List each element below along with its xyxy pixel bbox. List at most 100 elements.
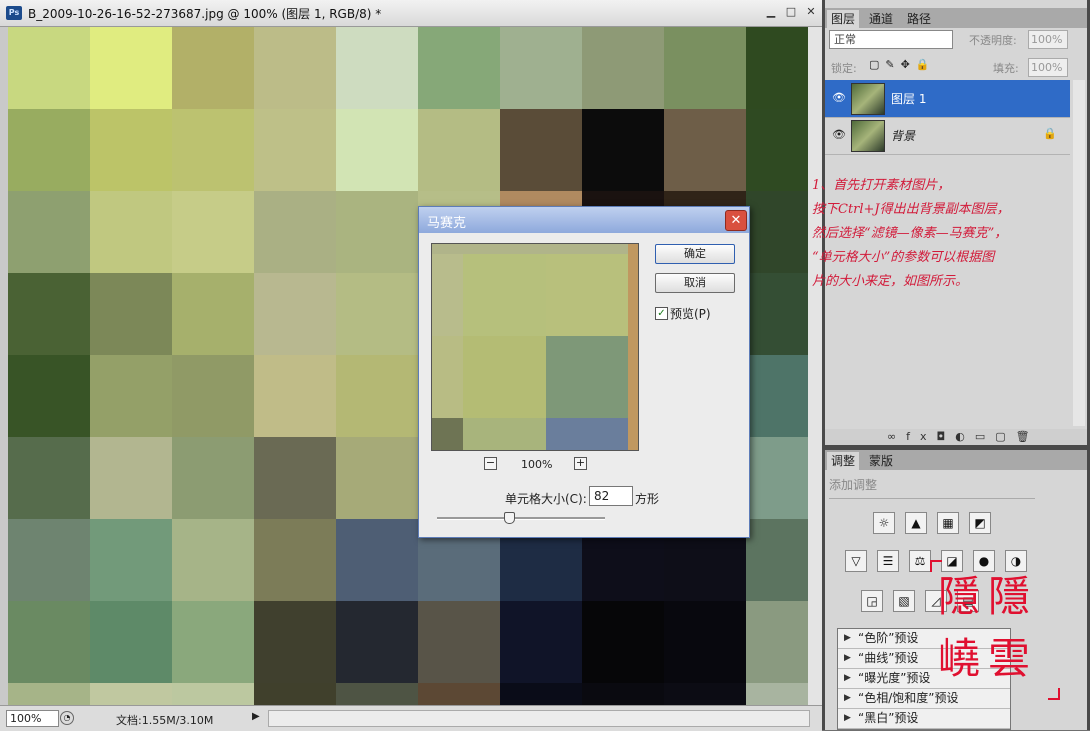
preview-cell (546, 254, 628, 336)
tab-channels[interactable]: 通道 (865, 10, 897, 28)
preview-cell (546, 418, 628, 450)
preset-black-white[interactable]: ▶ “黑白”预设 (838, 709, 1010, 729)
mosaic-cell (8, 27, 90, 109)
tab-paths[interactable]: 路径 (903, 10, 935, 28)
mosaic-cell (746, 109, 808, 191)
mosaic-dialog: 马赛克 ✕ 确定 取消 ✓ 预览(P) − 100% + 单元格大小(C): 8… (418, 206, 750, 538)
preview-cell (432, 418, 463, 450)
cell-size-input[interactable]: 82 (589, 486, 633, 506)
cell-size-slider-thumb[interactable] (503, 512, 515, 524)
layers-footer: ∞fx◘◐▭▢🗑 (825, 429, 1087, 445)
add-adjustment-label: 添加调整 (829, 478, 878, 492)
cancel-button[interactable]: 取消 (655, 273, 735, 293)
zoom-out-button[interactable]: − (484, 457, 497, 470)
tab-layers[interactable]: 图层 (827, 10, 860, 28)
status-bar: 100% ◔ 文档:1.55M/3.10M ▶ (0, 705, 822, 731)
mosaic-cell (90, 437, 172, 519)
minimize-icon[interactable]: ▁ (764, 5, 778, 19)
dialog-titlebar[interactable]: 马赛克 (419, 207, 749, 233)
artist-seal: 隱隱嶢雲 (930, 560, 1060, 700)
vibrance-icon[interactable]: ▽ (845, 550, 867, 572)
annotation-line: 然后选择“滤镜—像素—马赛克”， (812, 226, 1008, 241)
mosaic-cell (746, 601, 808, 683)
vertical-scrollbar[interactable] (808, 27, 822, 705)
preview-cell (628, 254, 638, 336)
mosaic-cell (582, 109, 664, 191)
levels-icon[interactable]: ▲ (905, 512, 927, 534)
dialog-close-icon[interactable]: ✕ (725, 210, 747, 231)
eye-icon[interactable]: 👁 (832, 129, 846, 141)
adjustments-tabbar: 调整 蒙版 (825, 450, 1087, 470)
mosaic-cell (8, 355, 90, 437)
layer-action-icons[interactable]: ∞fx◘◐▭▢🗑 (887, 430, 1040, 443)
horizontal-scrollbar[interactable] (268, 710, 810, 727)
mosaic-cell (746, 355, 808, 437)
exposure-icon[interactable]: ◩ (969, 512, 991, 534)
layer-row-layer1[interactable]: 👁 图层 1 (825, 80, 1070, 118)
mosaic-cell (664, 683, 746, 705)
cell-unit-label: 方形 (635, 492, 660, 506)
close-icon[interactable]: ✕ (804, 5, 818, 19)
posterize-icon[interactable]: ▧ (893, 590, 915, 612)
mosaic-cell (8, 273, 90, 355)
mosaic-cell (336, 601, 418, 683)
status-info-icon[interactable]: ◔ (60, 711, 74, 725)
mosaic-cell (336, 355, 418, 437)
filter-preview[interactable] (431, 243, 639, 451)
mosaic-cell (582, 601, 664, 683)
mosaic-cell (500, 27, 582, 109)
preview-cell (628, 418, 638, 450)
mosaic-cell (336, 27, 418, 109)
mosaic-cell (336, 273, 418, 355)
mosaic-cell (90, 273, 172, 355)
mosaic-cell (90, 355, 172, 437)
layer-name: 图层 1 (891, 92, 927, 106)
lock-icons[interactable]: ▢✎✥🔒 (869, 58, 936, 71)
photoshop-app-icon: Ps (6, 6, 22, 20)
eye-icon[interactable]: 👁 (832, 92, 846, 104)
mosaic-cell (746, 191, 808, 273)
mosaic-cell (90, 191, 172, 273)
fill-input[interactable]: 100% (1028, 58, 1068, 77)
annotation-line: “单元格大小”的参数可以根据图 (812, 250, 995, 265)
preview-cell (628, 336, 638, 418)
mosaic-cell (336, 191, 418, 273)
tab-masks[interactable]: 蒙版 (865, 452, 897, 470)
mosaic-cell (336, 109, 418, 191)
cell-size-slider-track[interactable] (437, 517, 605, 520)
ok-button[interactable]: 确定 (655, 244, 735, 264)
layer-thumbnail (851, 120, 885, 152)
preview-cell (432, 244, 628, 254)
zoom-level-field[interactable]: 100% (6, 710, 59, 727)
tab-adjustments[interactable]: 调整 (827, 452, 860, 470)
mosaic-cell (254, 273, 336, 355)
preview-cell (546, 336, 628, 418)
layer-name: 背景 (891, 129, 916, 143)
seal-text: 隱隱嶢雲 (938, 572, 1039, 683)
document-titlebar[interactable]: Ps B_2009-10-26-16-52-273687.jpg @ 100% … (0, 0, 822, 27)
mosaic-cell (172, 683, 254, 705)
mosaic-cell (418, 601, 500, 683)
blend-mode-select[interactable]: 正常 (829, 30, 953, 49)
status-arrow-icon[interactable]: ▶ (252, 711, 260, 722)
layer-row-background[interactable]: 👁 背景 🔒 (825, 117, 1070, 155)
color-balance-icon[interactable]: ⚖ (909, 550, 931, 572)
brightness-icon[interactable]: ☼ (873, 512, 895, 534)
preview-checkbox[interactable]: ✓ (655, 307, 668, 320)
mosaic-cell (172, 191, 254, 273)
restore-icon[interactable]: □ (784, 5, 798, 19)
hue-saturation-icon[interactable]: ☰ (877, 550, 899, 572)
invert-icon[interactable]: ◲ (861, 590, 883, 612)
expand-arrow-icon: ▶ (844, 713, 851, 723)
layers-scrollbar[interactable] (1073, 80, 1085, 426)
curves-icon[interactable]: ▦ (937, 512, 959, 534)
mosaic-cell (254, 437, 336, 519)
expand-arrow-icon: ▶ (844, 633, 851, 643)
zoom-in-button[interactable]: + (574, 457, 587, 470)
mosaic-cell (172, 273, 254, 355)
mosaic-cell (8, 601, 90, 683)
mosaic-cell (172, 601, 254, 683)
mosaic-cell (664, 109, 746, 191)
expand-arrow-icon: ▶ (844, 653, 851, 663)
opacity-input[interactable]: 100% (1028, 30, 1068, 49)
